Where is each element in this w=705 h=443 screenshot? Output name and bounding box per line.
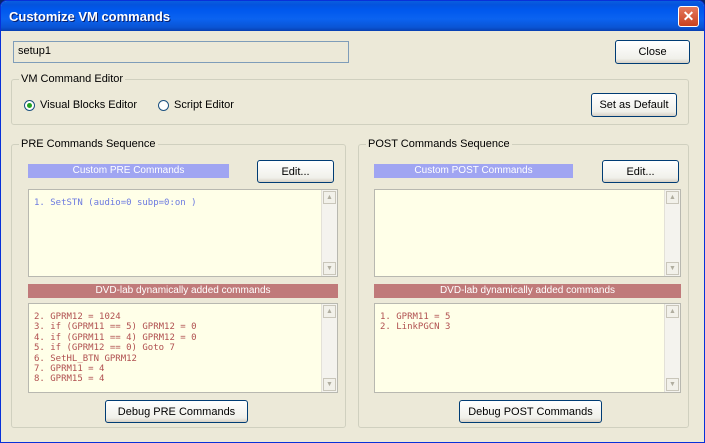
title-bar[interactable]: Customize VM commands ✕ xyxy=(1,1,704,31)
post-commands-legend: POST Commands Sequence xyxy=(366,137,512,151)
command-line: 4. if (GPRM11 == 4) GPRM12 = 0 xyxy=(34,332,197,343)
setup-name-field[interactable]: setup1 xyxy=(13,41,349,63)
dyn-post-header: DVD-lab dynamically added commands xyxy=(374,284,681,298)
command-line: 6. SetHL_BTN GPRM12 xyxy=(34,353,137,364)
pre-commands-group: PRE Commands Sequence Custom PRE Command… xyxy=(11,137,346,428)
scroll-down-icon[interactable]: ▼ xyxy=(666,378,679,391)
post-commands-group: POST Commands Sequence Custom POST Comma… xyxy=(358,137,689,428)
debug-post-button[interactable]: Debug POST Commands xyxy=(459,400,602,423)
scroll-up-icon[interactable]: ▲ xyxy=(666,191,679,204)
command-line: 1. SetSTN (audio=0 subp=0:on ) xyxy=(34,198,197,208)
radio-visual-label: Visual Blocks Editor xyxy=(40,99,138,111)
command-line: 8. GPRM15 = 4 xyxy=(34,374,105,385)
custom-post-scrollbar[interactable]: ▲ ▼ xyxy=(664,190,680,276)
close-window-icon[interactable]: ✕ xyxy=(678,6,699,27)
custom-pre-list: 1. SetSTN (audio=0 subp=0:on ) xyxy=(34,198,197,208)
dialog-client: setup1 Close VM Command Editor Visual Bl… xyxy=(4,31,701,440)
edit-pre-button[interactable]: Edit... xyxy=(257,160,334,183)
set-as-default-button[interactable]: Set as Default xyxy=(591,93,677,117)
scroll-up-icon[interactable]: ▲ xyxy=(323,305,336,318)
custom-pre-scrollbar[interactable]: ▲ ▼ xyxy=(321,190,337,276)
radio-visual-dot[interactable] xyxy=(24,99,35,111)
radio-script-label: Script Editor xyxy=(174,99,234,111)
radio-script-dot[interactable] xyxy=(158,99,169,111)
command-line: 1. GPRM11 = 5 xyxy=(380,312,451,322)
vm-command-editor-legend: VM Command Editor xyxy=(19,72,126,86)
custom-pre-header: Custom PRE Commands xyxy=(28,164,229,178)
command-line: 2. GPRM12 = 1024 xyxy=(34,312,121,322)
window-title: Customize VM commands xyxy=(9,9,171,24)
dyn-post-list: 1. GPRM11 = 5 2. LinkPGCN 3 xyxy=(380,312,450,333)
custom-pre-commands-box[interactable]: 1. SetSTN (audio=0 subp=0:on ) ▲ ▼ xyxy=(28,189,338,277)
dyn-post-scrollbar[interactable]: ▲ ▼ xyxy=(664,304,680,392)
dyn-pre-scrollbar[interactable]: ▲ ▼ xyxy=(321,304,337,392)
dyn-pre-list: 2. GPRM12 = 1024 3. if (GPRM11 == 5) GPR… xyxy=(34,312,197,385)
dyn-pre-commands-box[interactable]: 2. GPRM12 = 1024 3. if (GPRM11 == 5) GPR… xyxy=(28,303,338,393)
custom-post-header: Custom POST Commands xyxy=(374,164,573,178)
dyn-pre-header: DVD-lab dynamically added commands xyxy=(28,284,338,298)
radio-script-editor[interactable]: Script Editor xyxy=(158,99,234,111)
vm-command-editor-group: VM Command Editor Visual Blocks Editor S… xyxy=(11,72,689,125)
radio-visual-blocks-editor[interactable]: Visual Blocks Editor xyxy=(24,99,137,111)
scroll-down-icon[interactable]: ▼ xyxy=(666,262,679,275)
custom-post-commands-box[interactable]: ▲ ▼ xyxy=(374,189,681,277)
scroll-up-icon[interactable]: ▲ xyxy=(666,305,679,318)
command-line: 7. GPRM11 = 4 xyxy=(34,364,105,375)
command-line: 2. LinkPGCN 3 xyxy=(380,322,451,333)
command-line: 3. if (GPRM11 == 5) GPRM12 = 0 xyxy=(34,322,197,333)
edit-post-button[interactable]: Edit... xyxy=(602,160,679,183)
debug-pre-button[interactable]: Debug PRE Commands xyxy=(105,400,248,423)
scroll-up-icon[interactable]: ▲ xyxy=(323,191,336,204)
close-button[interactable]: Close xyxy=(615,40,690,64)
scroll-down-icon[interactable]: ▼ xyxy=(323,262,336,275)
pre-commands-legend: PRE Commands Sequence xyxy=(19,137,158,151)
dialog-window: Customize VM commands ✕ setup1 Close VM … xyxy=(0,0,705,443)
scroll-down-icon[interactable]: ▼ xyxy=(323,378,336,391)
dyn-post-commands-box[interactable]: 1. GPRM11 = 5 2. LinkPGCN 3 ▲ ▼ xyxy=(374,303,681,393)
command-line: 5. if (GPRM12 == 0) Goto 7 xyxy=(34,343,175,354)
